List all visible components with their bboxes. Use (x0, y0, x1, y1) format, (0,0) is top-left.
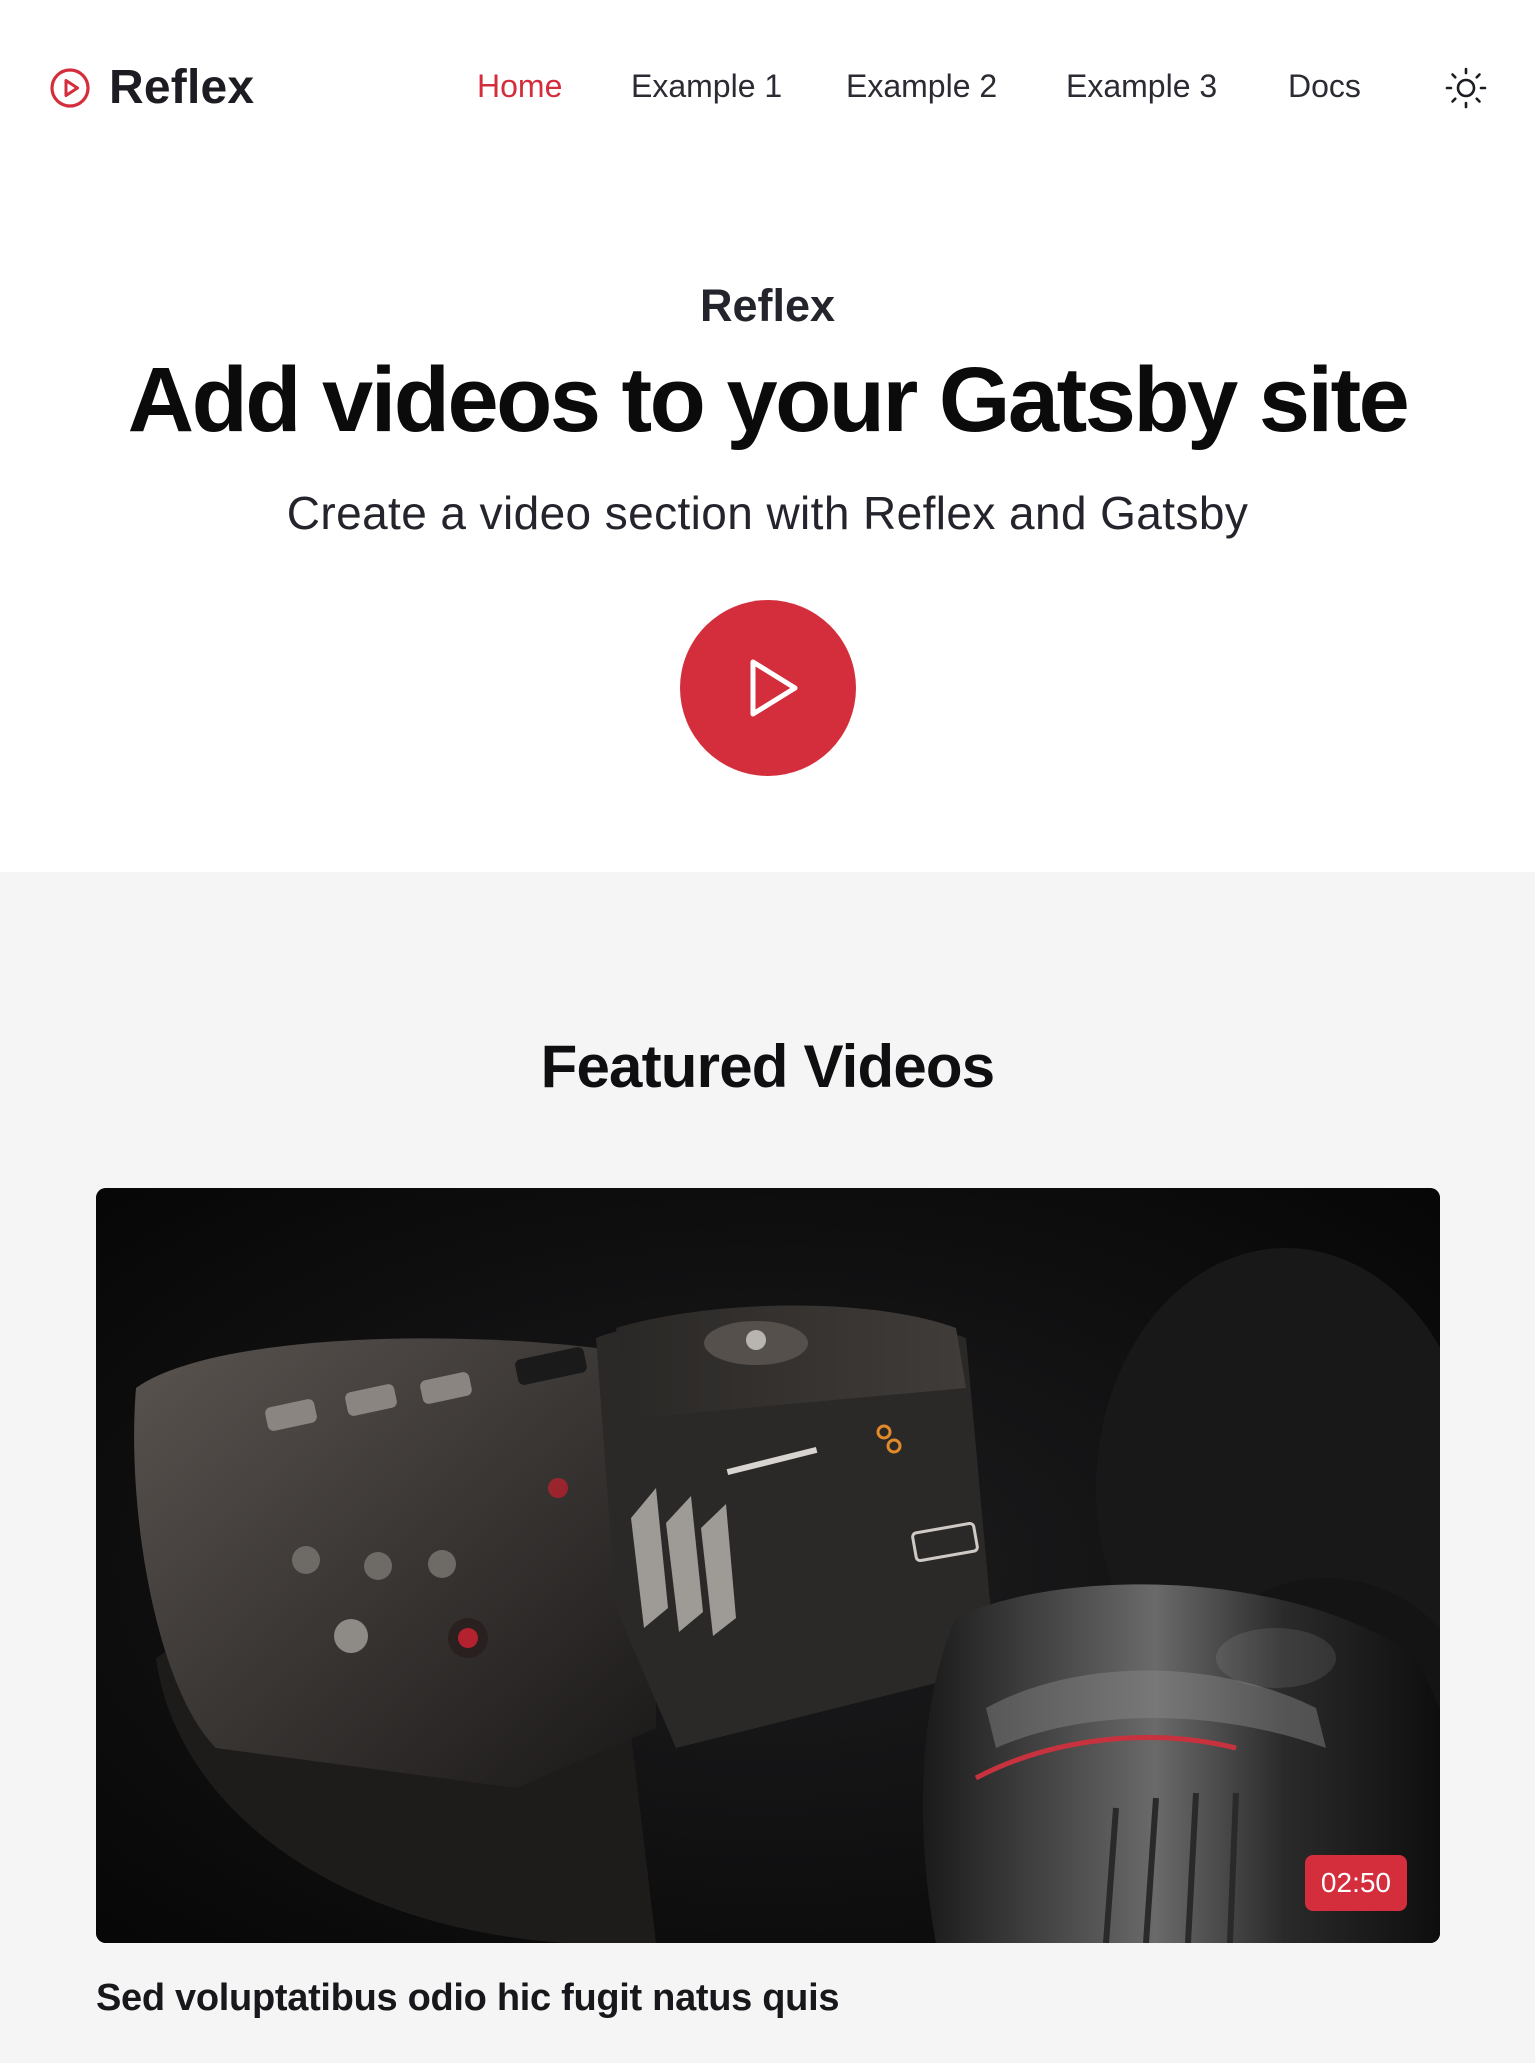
hero-title: Add videos to your Gatsby site (127, 349, 1410, 451)
featured-videos-section: Featured Videos 02:50 Sed voluptatibus o… (0, 872, 1535, 2063)
site-header: Reflex Home Example 1 Example 2 Example … (0, 0, 1535, 178)
sun-icon[interactable] (1444, 66, 1488, 110)
hero-play-button[interactable] (680, 600, 856, 776)
video-title[interactable]: Sed voluptatibus odio hic fugit natus qu… (96, 1977, 1440, 2020)
video-duration-badge: 02:50 (1304, 1855, 1407, 1911)
main-nav: Home Example 1 Example 2 Example 3 Docs (0, 68, 1535, 108)
hero-subtitle: Create a video section with Reflex and G… (286, 487, 1249, 539)
nav-item-example-1[interactable]: Example 1 (631, 68, 782, 105)
play-icon (750, 659, 798, 717)
nav-item-home[interactable]: Home (477, 68, 562, 105)
featured-heading: Featured Videos (540, 1033, 996, 1100)
video-thumbnail[interactable]: 02:50 (96, 1188, 1440, 1943)
camera-photo (96, 1188, 1440, 1943)
nav-item-example-3[interactable]: Example 3 (1066, 68, 1217, 105)
nav-item-example-2[interactable]: Example 2 (846, 68, 997, 105)
nav-item-docs[interactable]: Docs (1288, 68, 1361, 105)
hero-eyebrow: Reflex (699, 280, 836, 331)
video-card[interactable]: 02:50 Sed voluptatibus odio hic fugit na… (96, 1188, 1440, 2020)
